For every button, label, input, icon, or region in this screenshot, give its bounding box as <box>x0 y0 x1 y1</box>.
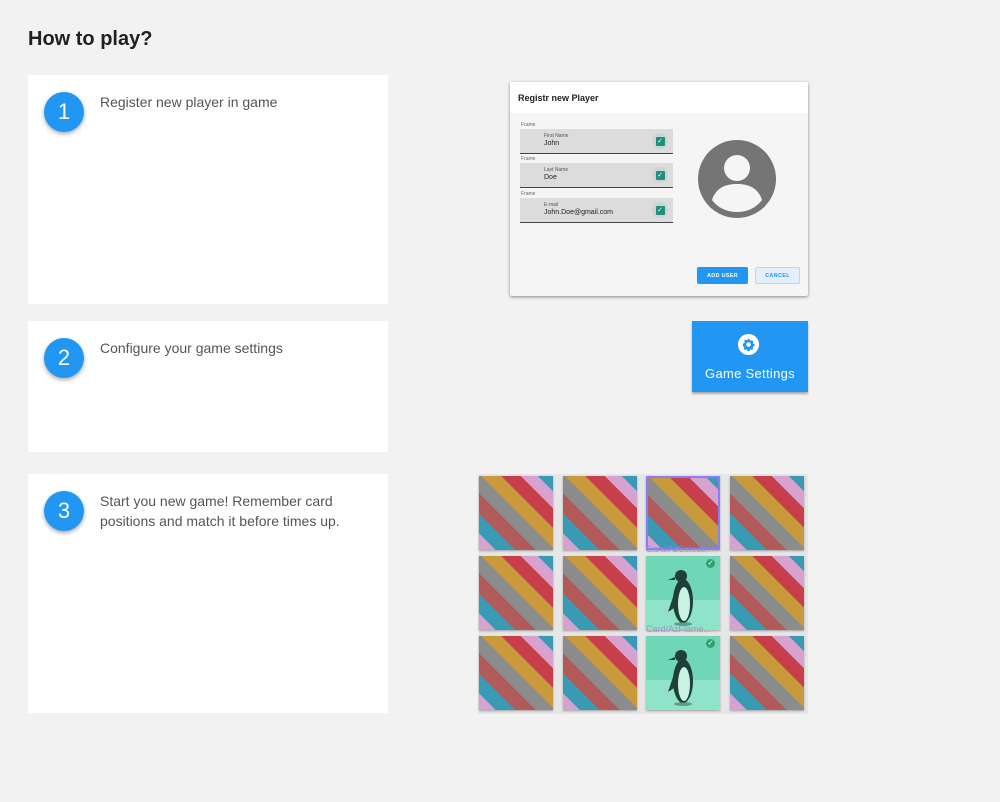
matched-check-icon: ✓ <box>706 639 715 648</box>
frame-label: Frame <box>521 191 536 197</box>
step-number-badge: 3 <box>44 491 84 531</box>
add-user-button[interactable]: ADD USER <box>697 267 748 284</box>
card-caption: Card/AzSelect... <box>646 544 712 554</box>
register-player-dialog: Registr new Player Frame First Name John… <box>510 82 808 296</box>
frame-label: Frame <box>521 122 536 128</box>
memory-card-back[interactable] <box>562 636 637 710</box>
step-card-1: 1 Register new player in game <box>28 75 388 304</box>
game-settings-button[interactable]: Game Settings <box>692 321 808 392</box>
field-label: E-mail <box>544 202 559 208</box>
memory-card-back[interactable] <box>729 476 804 550</box>
step-number-badge: 1 <box>44 92 84 132</box>
memory-card-back[interactable] <box>729 556 804 630</box>
field-label: First Name <box>544 133 569 139</box>
step-card-2: 2 Configure your game settings <box>28 321 388 452</box>
step-description: Register new player in game <box>100 94 278 110</box>
page-title: How to play? <box>28 28 153 50</box>
checkbox-icon[interactable]: ✓ <box>652 167 668 183</box>
checkbox-icon[interactable]: ✓ <box>652 133 668 149</box>
memory-card-face[interactable]: ✓ <box>646 636 720 710</box>
account-circle-icon <box>698 140 776 218</box>
memory-card-back[interactable] <box>562 476 637 550</box>
checkbox-icon[interactable]: ✓ <box>652 202 668 218</box>
memory-card-board: Card/AzSelect... ✓ Card/AzFlame... ✓ <box>478 474 808 714</box>
step-number-badge: 2 <box>44 338 84 378</box>
gear-icon <box>737 333 760 356</box>
step-description: Configure your game settings <box>100 340 283 356</box>
memory-card-back[interactable] <box>479 476 553 550</box>
field-value: John.Doe@gmail.com <box>544 209 613 216</box>
game-settings-label: Game Settings <box>705 366 795 381</box>
cancel-button[interactable]: CANCEL <box>755 267 800 284</box>
first-name-field[interactable]: First Name John ✓ <box>520 129 673 154</box>
memory-card-back[interactable] <box>479 556 553 630</box>
memory-card-back[interactable] <box>562 556 637 630</box>
frame-label: Frame <box>521 156 536 162</box>
memory-card-back[interactable] <box>646 476 720 550</box>
matched-check-icon: ✓ <box>706 559 715 568</box>
dialog-title: Registr new Player <box>510 82 808 113</box>
last-name-field[interactable]: Last Name Doe ✓ <box>520 163 673 188</box>
card-caption: Card/AzFlame... <box>646 624 712 634</box>
step-card-3: 3 Start you new game! Remember card posi… <box>28 474 388 713</box>
field-value: John <box>544 140 560 147</box>
memory-card-back[interactable] <box>729 636 804 710</box>
memory-card-back[interactable] <box>479 636 553 710</box>
field-label: Last Name <box>544 167 569 173</box>
memory-card-face[interactable]: ✓ <box>646 556 720 630</box>
step-description: Start you new game! Remember card positi… <box>100 493 340 529</box>
field-value: Doe <box>544 174 557 181</box>
email-field[interactable]: E-mail John.Doe@gmail.com ✓ <box>520 198 673 223</box>
